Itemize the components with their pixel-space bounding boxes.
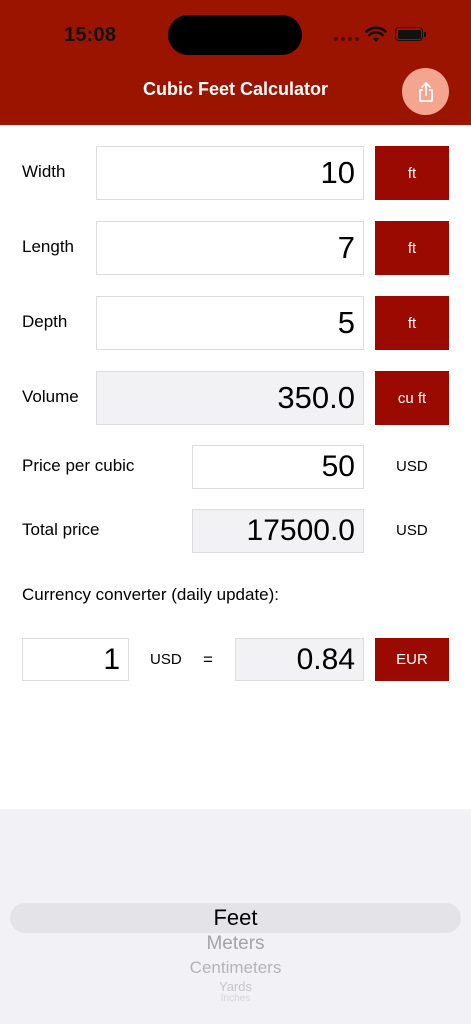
dynamic-island: [168, 15, 302, 55]
length-input[interactable]: 7: [96, 221, 364, 275]
length-label: Length: [22, 237, 74, 256]
share-icon: [418, 81, 433, 102]
price-label: Price per cubic: [22, 456, 135, 475]
width-unit-button[interactable]: ft: [375, 146, 449, 200]
cellular-signal-icon: [334, 37, 359, 41]
width-input[interactable]: 10: [96, 146, 364, 200]
converter-from-currency: USD: [150, 651, 182, 668]
volume-output: 350.0: [96, 371, 364, 425]
volume-unit-button[interactable]: cu ft: [375, 371, 449, 425]
total-label: Total price: [22, 520, 100, 539]
picker-option-inches[interactable]: Inches: [0, 993, 471, 1004]
unit-picker[interactable]: Feet Meters Centimeters Yards Inches: [0, 809, 471, 1024]
share-button[interactable]: [402, 68, 449, 115]
depth-input[interactable]: 5: [96, 296, 364, 350]
length-unit-button[interactable]: ft: [375, 221, 449, 275]
converter-heading: Currency converter (daily update):: [22, 585, 280, 604]
price-input[interactable]: 50: [192, 445, 364, 489]
status-time: 15:08: [64, 24, 117, 46]
converter-currency-button[interactable]: EUR: [375, 638, 449, 681]
picker-option-meters[interactable]: Meters: [0, 933, 471, 955]
page-title: Cubic Feet Calculator: [142, 79, 329, 99]
converter-result-output: 0.84: [235, 638, 364, 681]
picker-option-yards[interactable]: Yards: [0, 979, 471, 994]
picker-option-centimeters[interactable]: Centimeters: [0, 958, 471, 978]
width-label: Width: [22, 162, 66, 181]
converter-equals: =: [203, 650, 213, 669]
total-currency: USD: [396, 522, 428, 539]
depth-unit-button[interactable]: ft: [375, 296, 449, 350]
depth-label: Depth: [22, 312, 68, 331]
battery-icon: [395, 27, 426, 41]
total-output: 17500.0: [192, 509, 364, 553]
wifi-icon: [365, 26, 387, 42]
converter-amount-input[interactable]: 1: [22, 638, 129, 681]
picker-option-feet[interactable]: Feet: [0, 905, 471, 931]
price-currency: USD: [396, 458, 428, 475]
volume-label: Volume: [22, 387, 79, 406]
